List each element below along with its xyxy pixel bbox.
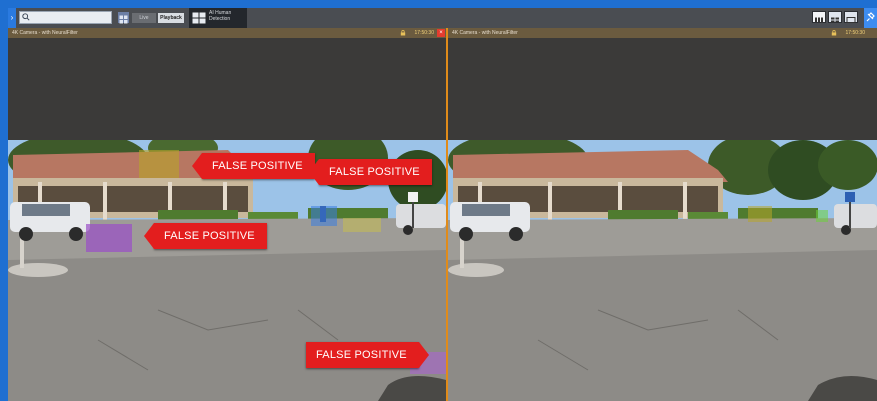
close-icon[interactable]: × <box>437 29 445 37</box>
detection-box-blue <box>311 206 337 226</box>
pane-title: 4K Camera - with NeuralFilter <box>8 28 446 38</box>
false-positive-tag: FALSE POSITIVE <box>306 342 429 368</box>
tab-ai-human-detection[interactable]: AI Human Detection <box>189 8 247 28</box>
pane-title: 4K Camera - with NeuralFilter <box>448 28 877 38</box>
pane-timestamp: 17:50:30 <box>845 30 865 36</box>
top-toolbar: › Live Playback AI Human Detection <box>8 8 877 28</box>
camera-pane-left[interactable]: 4K Camera - with NeuralFilter 17:50:30 × <box>8 28 446 401</box>
tab-playback[interactable]: Playback <box>158 13 184 23</box>
pane-title-text: 4K Camera - with NeuralFilter <box>12 30 78 36</box>
ai-tab-label: AI Human Detection <box>209 10 232 22</box>
detection-box-olive <box>343 218 381 232</box>
lock-icon[interactable] <box>400 30 406 36</box>
lock-icon[interactable] <box>831 30 837 36</box>
layout-1x4-icon[interactable] <box>812 11 826 23</box>
search-input[interactable] <box>19 11 112 24</box>
camera-pane-right[interactable]: 4K Camera - with NeuralFilter 17:50:30 <box>448 28 877 401</box>
grid-view-icon[interactable] <box>118 12 129 24</box>
expand-arrow-icon[interactable]: › <box>8 8 16 28</box>
false-positive-tag: FALSE POSITIVE <box>192 153 315 179</box>
pane-timestamp: 17:50:30 <box>414 30 434 36</box>
detection-box-yellow <box>139 150 179 178</box>
pin-icon[interactable] <box>864 8 877 28</box>
detection-box-green <box>816 210 828 222</box>
layout-single-icon[interactable] <box>844 11 858 23</box>
layout-2x2-icon[interactable] <box>828 11 842 23</box>
detection-box-yellow <box>748 206 772 222</box>
detection-box-purple <box>86 224 132 252</box>
app-window: › Live Playback AI Human Detection 4K Ca… <box>0 0 877 401</box>
camera-feed-right <box>448 140 877 401</box>
search-icon <box>22 13 30 21</box>
false-positive-tag: FALSE POSITIVE <box>309 159 432 185</box>
layout-selector <box>807 8 877 28</box>
pane-title-text: 4K Camera - with NeuralFilter <box>452 30 518 36</box>
false-positive-tag: FALSE POSITIVE <box>144 223 267 249</box>
ai-detection-icon <box>192 12 206 24</box>
tab-live[interactable]: Live <box>132 13 156 23</box>
